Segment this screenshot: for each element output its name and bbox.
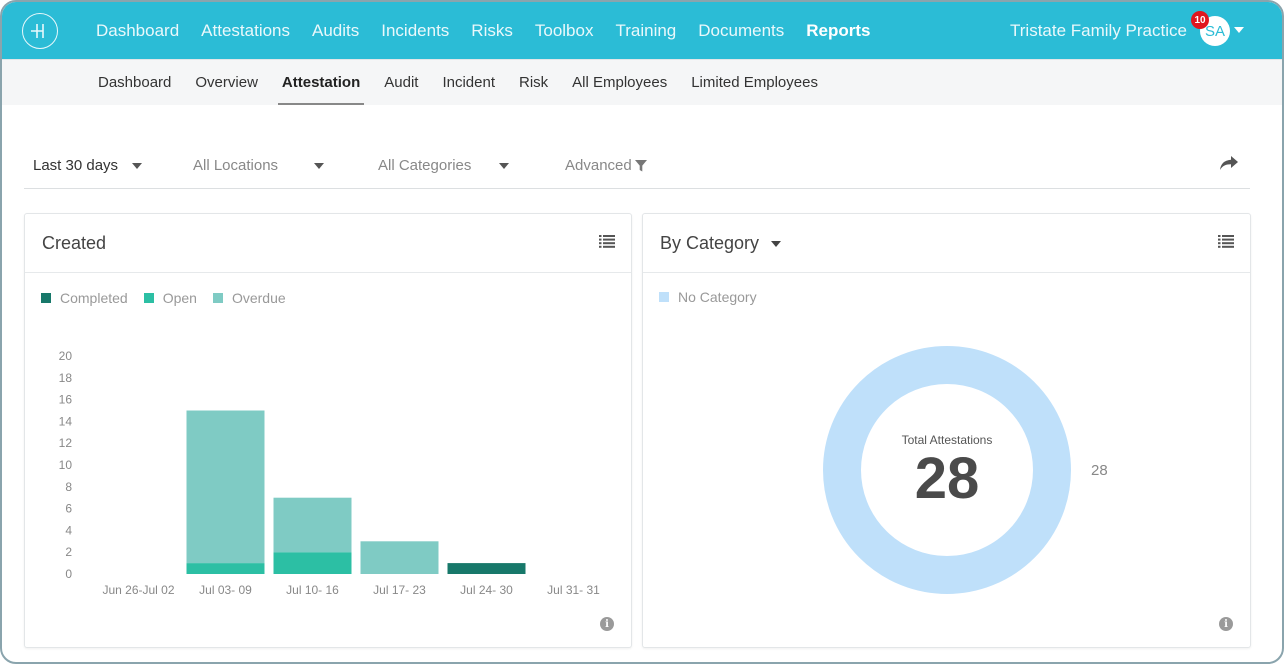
bar-open[interactable] xyxy=(186,563,265,574)
category-dropdown[interactable]: By Category xyxy=(660,233,782,254)
y-tick-label: 14 xyxy=(59,414,73,428)
legend-label: No Category xyxy=(678,289,757,305)
by-category-chart-card: By Category No Category Total Attestatio… xyxy=(642,213,1251,648)
created-bar-chart: 0 2 4 6 8 10 12 14 16 18 20 Jun 26-Jul 02 Jul 03- 09… xyxy=(59,349,601,597)
nav-item-incidents[interactable]: Incidents xyxy=(381,21,449,41)
reports-subnav: Dashboard Overview Attestation Audit Inc… xyxy=(2,59,1282,105)
nav-item-toolbox[interactable]: Toolbox xyxy=(535,21,594,41)
share-icon[interactable] xyxy=(1220,156,1238,171)
filter-icon xyxy=(634,159,647,171)
card-header: Created xyxy=(25,214,631,273)
logo-icon[interactable] xyxy=(22,13,58,49)
card-header: By Category xyxy=(643,214,1250,273)
locations-dropdown[interactable]: All Locations xyxy=(193,157,325,174)
y-tick-label: 12 xyxy=(59,436,73,450)
list-view-icon[interactable] xyxy=(599,235,615,248)
legend-swatch-no-category xyxy=(659,292,669,302)
subnav-audit[interactable]: Audit xyxy=(384,60,418,106)
donut-center-value: 28 xyxy=(915,446,980,511)
chevron-down-icon xyxy=(132,162,143,169)
legend-item-no-category[interactable]: No Category xyxy=(659,289,757,305)
subnav-limited-employees[interactable]: Limited Employees xyxy=(691,60,818,106)
info-icon[interactable]: i xyxy=(1219,617,1233,631)
y-tick-label: 10 xyxy=(59,458,73,472)
legend-label: Overdue xyxy=(231,290,286,306)
x-tick-label: Jul 03- 09 xyxy=(199,583,252,597)
info-icon[interactable]: i xyxy=(600,617,614,631)
y-tick-label: 20 xyxy=(59,349,73,363)
nav-item-reports[interactable]: Reports xyxy=(806,21,870,41)
slice-value-label: 28 xyxy=(1091,462,1108,479)
bar-overdue[interactable] xyxy=(360,541,439,574)
nav-item-documents[interactable]: Documents xyxy=(698,21,784,41)
card-title: By Category xyxy=(660,233,760,253)
date-range-dropdown[interactable]: Last 30 days xyxy=(33,157,143,174)
y-tick-label: 16 xyxy=(59,393,73,407)
subnav-all-employees[interactable]: All Employees xyxy=(572,60,667,106)
x-tick-label: Jul 31- 31 xyxy=(547,583,600,597)
date-range-value: Last 30 days xyxy=(33,157,119,174)
organization-name[interactable]: Tristate Family Practice xyxy=(1010,21,1187,41)
categories-dropdown[interactable]: All Categories xyxy=(378,157,510,174)
chevron-down-icon xyxy=(499,162,510,169)
bar-completed[interactable] xyxy=(447,563,526,574)
categories-value: All Categories xyxy=(378,157,472,174)
legend-label: Open xyxy=(162,290,197,306)
top-navigation: Dashboard Attestations Audits Incidents … xyxy=(2,2,1282,59)
subnav-attestation[interactable]: Attestation xyxy=(277,60,365,106)
y-tick-label: 6 xyxy=(65,502,72,516)
filter-bar: Last 30 days All Locations All Categorie… xyxy=(24,148,1250,189)
created-chart-card: Created Completed Open Overdue 0 2 4 6 8 10 xyxy=(24,213,632,648)
subnav-dashboard[interactable]: Dashboard xyxy=(98,60,171,106)
subnav-incident[interactable]: Incident xyxy=(442,60,495,106)
notification-badge[interactable]: 10 xyxy=(1191,11,1209,29)
x-tick-label: Jun 26-Jul 02 xyxy=(102,583,174,597)
main-nav: Dashboard Attestations Audits Incidents … xyxy=(96,2,892,59)
advanced-label: Advanced xyxy=(565,157,632,174)
nav-item-audits[interactable]: Audits xyxy=(312,21,359,41)
app-window: Dashboard Attestations Audits Incidents … xyxy=(0,0,1284,664)
nav-item-risks[interactable]: Risks xyxy=(471,21,513,41)
x-tick-label: Jul 24- 30 xyxy=(460,583,513,597)
nav-item-dashboard[interactable]: Dashboard xyxy=(96,21,179,41)
bar-overdue[interactable] xyxy=(273,497,352,553)
legend-item-completed[interactable]: Completed xyxy=(41,290,128,306)
legend-label: Completed xyxy=(60,290,128,306)
bar-overdue[interactable] xyxy=(186,410,265,564)
nav-item-attestations[interactable]: Attestations xyxy=(201,21,290,41)
advanced-filter-button[interactable]: Advanced xyxy=(565,157,647,174)
bar-open[interactable] xyxy=(273,552,352,574)
x-tick-label: Jul 10- 16 xyxy=(286,583,339,597)
y-tick-label: 18 xyxy=(59,371,73,385)
chevron-down-icon xyxy=(771,240,782,247)
category-donut-chart: Total Attestations28 28 xyxy=(823,346,1108,594)
y-tick-label: 8 xyxy=(65,480,72,494)
legend-item-open[interactable]: Open xyxy=(143,290,197,306)
legend-swatch-overdue xyxy=(212,293,223,303)
nav-item-training[interactable]: Training xyxy=(615,21,676,41)
legend-item-overdue[interactable]: Overdue xyxy=(212,290,286,306)
subnav-overview[interactable]: Overview xyxy=(195,60,258,106)
y-tick-label: 0 xyxy=(65,567,72,581)
y-tick-label: 2 xyxy=(65,545,72,559)
x-tick-label: Jul 17- 23 xyxy=(373,583,426,597)
list-view-icon[interactable] xyxy=(1218,235,1234,248)
legend-swatch-completed xyxy=(41,293,51,303)
chart-legend: Completed Open Overdue xyxy=(41,290,302,306)
legend-swatch-open xyxy=(143,293,154,303)
subnav-risk[interactable]: Risk xyxy=(519,60,548,106)
card-title: Created xyxy=(42,233,107,253)
y-tick-label: 4 xyxy=(65,523,72,537)
chart-legend: No Category xyxy=(659,289,773,305)
user-menu-caret-icon[interactable] xyxy=(1234,27,1244,33)
locations-value: All Locations xyxy=(193,157,279,174)
chevron-down-icon xyxy=(314,162,325,169)
donut-center-label: Total Attestations xyxy=(902,433,993,447)
